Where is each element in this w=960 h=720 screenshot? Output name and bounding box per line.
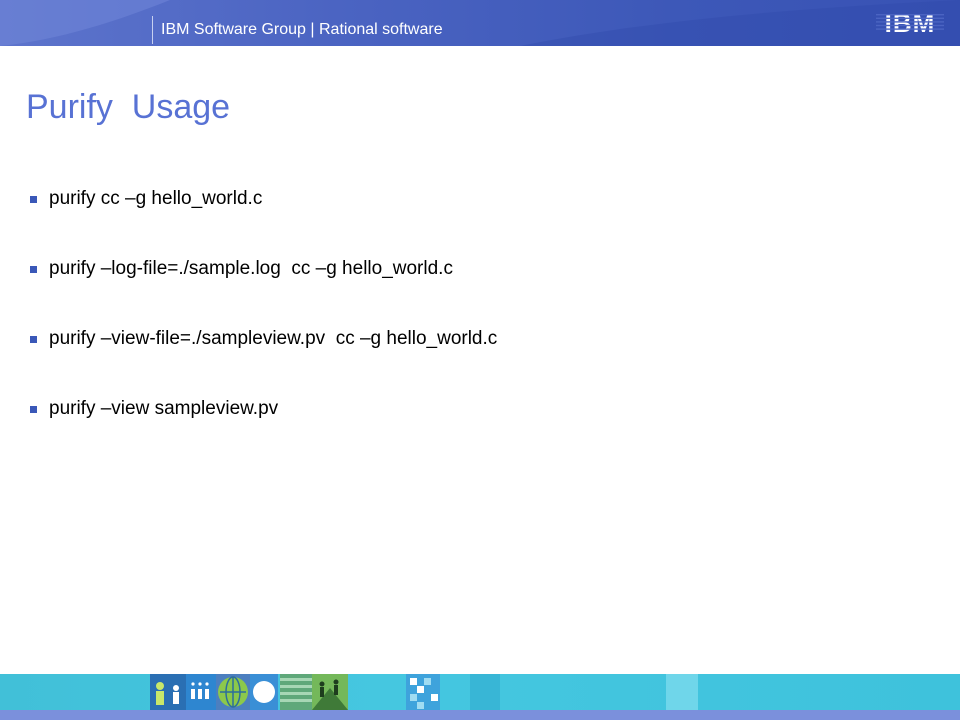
circle-icon — [250, 674, 278, 710]
stripes-tile — [280, 674, 312, 710]
bullet-text: purify cc –g hello_world.c — [49, 188, 263, 209]
slide-title: Purify Usage — [26, 88, 231, 126]
bullet-text: purify –view-file=./sampleview.pv cc –g … — [49, 328, 498, 349]
square-bullet-icon — [30, 336, 37, 343]
header-title: IBM Software Group | Rational software — [161, 21, 443, 38]
photo-tile — [186, 674, 216, 710]
bullet-text: purify –log-file=./sample.log cc –g hell… — [49, 258, 453, 279]
bullet-list: purify cc –g hello_world.c purify –log-f… — [30, 188, 497, 468]
bullet-item: purify cc –g hello_world.c — [30, 188, 497, 258]
bullet-text: purify –view sampleview.pv — [49, 398, 279, 419]
square-bullet-icon — [30, 406, 37, 413]
footer-image-strip — [150, 674, 698, 710]
footer-banner — [0, 674, 960, 720]
footer-block — [470, 674, 500, 710]
bullet-item: purify –log-file=./sample.log cc –g hell… — [30, 258, 497, 328]
footer-block — [666, 674, 698, 710]
footer-bottom-line — [0, 710, 960, 720]
hikers-photo — [312, 674, 348, 710]
pixel-tile — [406, 674, 440, 710]
square-bullet-icon — [30, 196, 37, 203]
header-wave-decoration — [0, 0, 960, 46]
square-bullet-icon — [30, 266, 37, 273]
globe-icon — [216, 674, 250, 710]
bullet-item: purify –view sampleview.pv — [30, 398, 497, 468]
header-bar: IBM Software Group | Rational software I… — [0, 0, 960, 46]
header-divider — [152, 16, 153, 44]
ibm-logo-text: IBM — [885, 9, 936, 37]
people-icon — [150, 674, 186, 710]
ibm-logo: IBM — [876, 9, 944, 37]
bullet-item: purify –view-file=./sampleview.pv cc –g … — [30, 328, 497, 398]
